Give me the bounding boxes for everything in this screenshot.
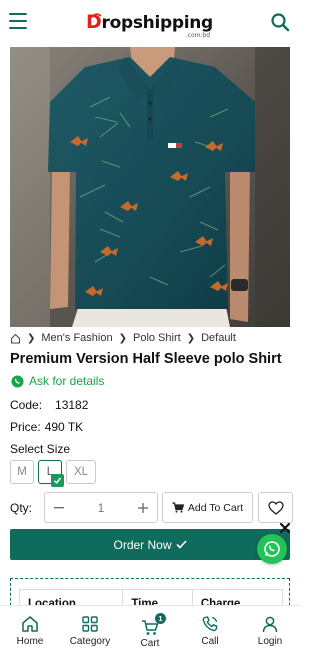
selected-check-icon xyxy=(51,474,64,487)
price-label: Price: xyxy=(10,420,41,434)
size-options: M L XL xyxy=(10,460,96,487)
nav-label-category: Category xyxy=(69,636,111,647)
polo-shirt-photo xyxy=(10,47,290,327)
nav-item-cart[interactable]: 1 Cart xyxy=(120,606,180,650)
increase-qty-button[interactable] xyxy=(129,493,157,522)
nav-item-category[interactable]: Category xyxy=(60,606,120,650)
nav-label-login: Login xyxy=(257,636,283,647)
nav-label-call: Call xyxy=(201,636,219,647)
nav-label-cart: Cart xyxy=(140,638,160,649)
product-code: Code: 13182 xyxy=(10,398,88,412)
nav-item-login[interactable]: Login xyxy=(240,606,300,650)
code-label: Code: xyxy=(10,398,43,412)
wishlist-button[interactable] xyxy=(258,492,293,523)
add-to-cart-label: Add To Cart xyxy=(187,501,244,514)
search-icon[interactable] xyxy=(270,12,290,32)
home-icon xyxy=(22,616,38,632)
qty-label: Qty: xyxy=(10,501,33,515)
chevron-right-icon: ❯ xyxy=(186,332,196,344)
phone-icon xyxy=(202,616,218,632)
chevron-right-icon: ❯ xyxy=(118,332,127,344)
home-icon[interactable] xyxy=(10,333,21,344)
select-size-label: Select Size xyxy=(10,442,71,456)
whatsapp-icon xyxy=(11,374,24,388)
nav-label-home: Home xyxy=(16,636,44,647)
size-option-xl[interactable]: XL xyxy=(66,460,96,484)
code-value: 13182 xyxy=(55,398,89,412)
grid-icon xyxy=(82,616,98,632)
minus-icon xyxy=(54,506,64,508)
product-title: Premium Version Half Sleeve polo Shirt xyxy=(10,351,282,367)
whatsapp-float-button[interactable] xyxy=(257,534,287,564)
breadcrumb-item-mens-fashion[interactable]: Men's Fashion xyxy=(41,332,112,344)
whatsapp-icon xyxy=(264,541,280,557)
cart-count-badge: 1 xyxy=(155,613,166,624)
decrease-qty-button[interactable] xyxy=(45,493,73,522)
product-price: Price: 490 TK xyxy=(10,420,83,434)
quantity-input[interactable] xyxy=(73,493,129,522)
logo-text: Dropshipping xyxy=(86,11,213,33)
hamburger-menu-icon[interactable] xyxy=(9,13,27,29)
add-to-cart-button[interactable]: Add To Cart xyxy=(162,492,253,523)
price-value: 490 TK xyxy=(44,420,84,434)
order-now-label: Order Now xyxy=(113,537,172,552)
quantity-row: Qty: Add To Cart xyxy=(10,492,293,523)
top-header: Dropshipping .com.bd xyxy=(0,0,300,46)
close-icon[interactable] xyxy=(279,522,291,534)
size-option-m[interactable]: M xyxy=(10,460,34,484)
check-icon xyxy=(175,540,187,549)
nav-item-home[interactable]: Home xyxy=(0,606,60,650)
breadcrumb: ❯ Men's Fashion ❯ Polo Shirt ❯ Default xyxy=(10,331,236,345)
plus-icon xyxy=(138,502,148,513)
ask-for-details-link[interactable]: Ask for details xyxy=(11,374,104,388)
nav-item-call[interactable]: Call xyxy=(180,606,240,650)
breadcrumb-item-polo-shirt[interactable]: Polo Shirt xyxy=(133,332,181,344)
bottom-navigation: Home Category 1 Cart Call Login xyxy=(0,605,300,650)
heart-icon xyxy=(267,500,284,515)
user-icon xyxy=(262,616,278,633)
size-option-l[interactable]: L xyxy=(38,460,64,487)
site-logo[interactable]: Dropshipping .com.bd xyxy=(86,11,216,39)
cart-icon xyxy=(172,502,184,513)
chevron-right-icon: ❯ xyxy=(27,332,36,344)
quantity-stepper xyxy=(44,492,158,523)
order-now-button[interactable]: Order Now xyxy=(10,529,290,560)
logo-domain: .com.bd xyxy=(185,32,210,39)
product-image[interactable] xyxy=(10,47,290,327)
ask-for-details-label: Ask for details xyxy=(29,374,105,388)
breadcrumb-item-current: Default xyxy=(201,332,236,344)
